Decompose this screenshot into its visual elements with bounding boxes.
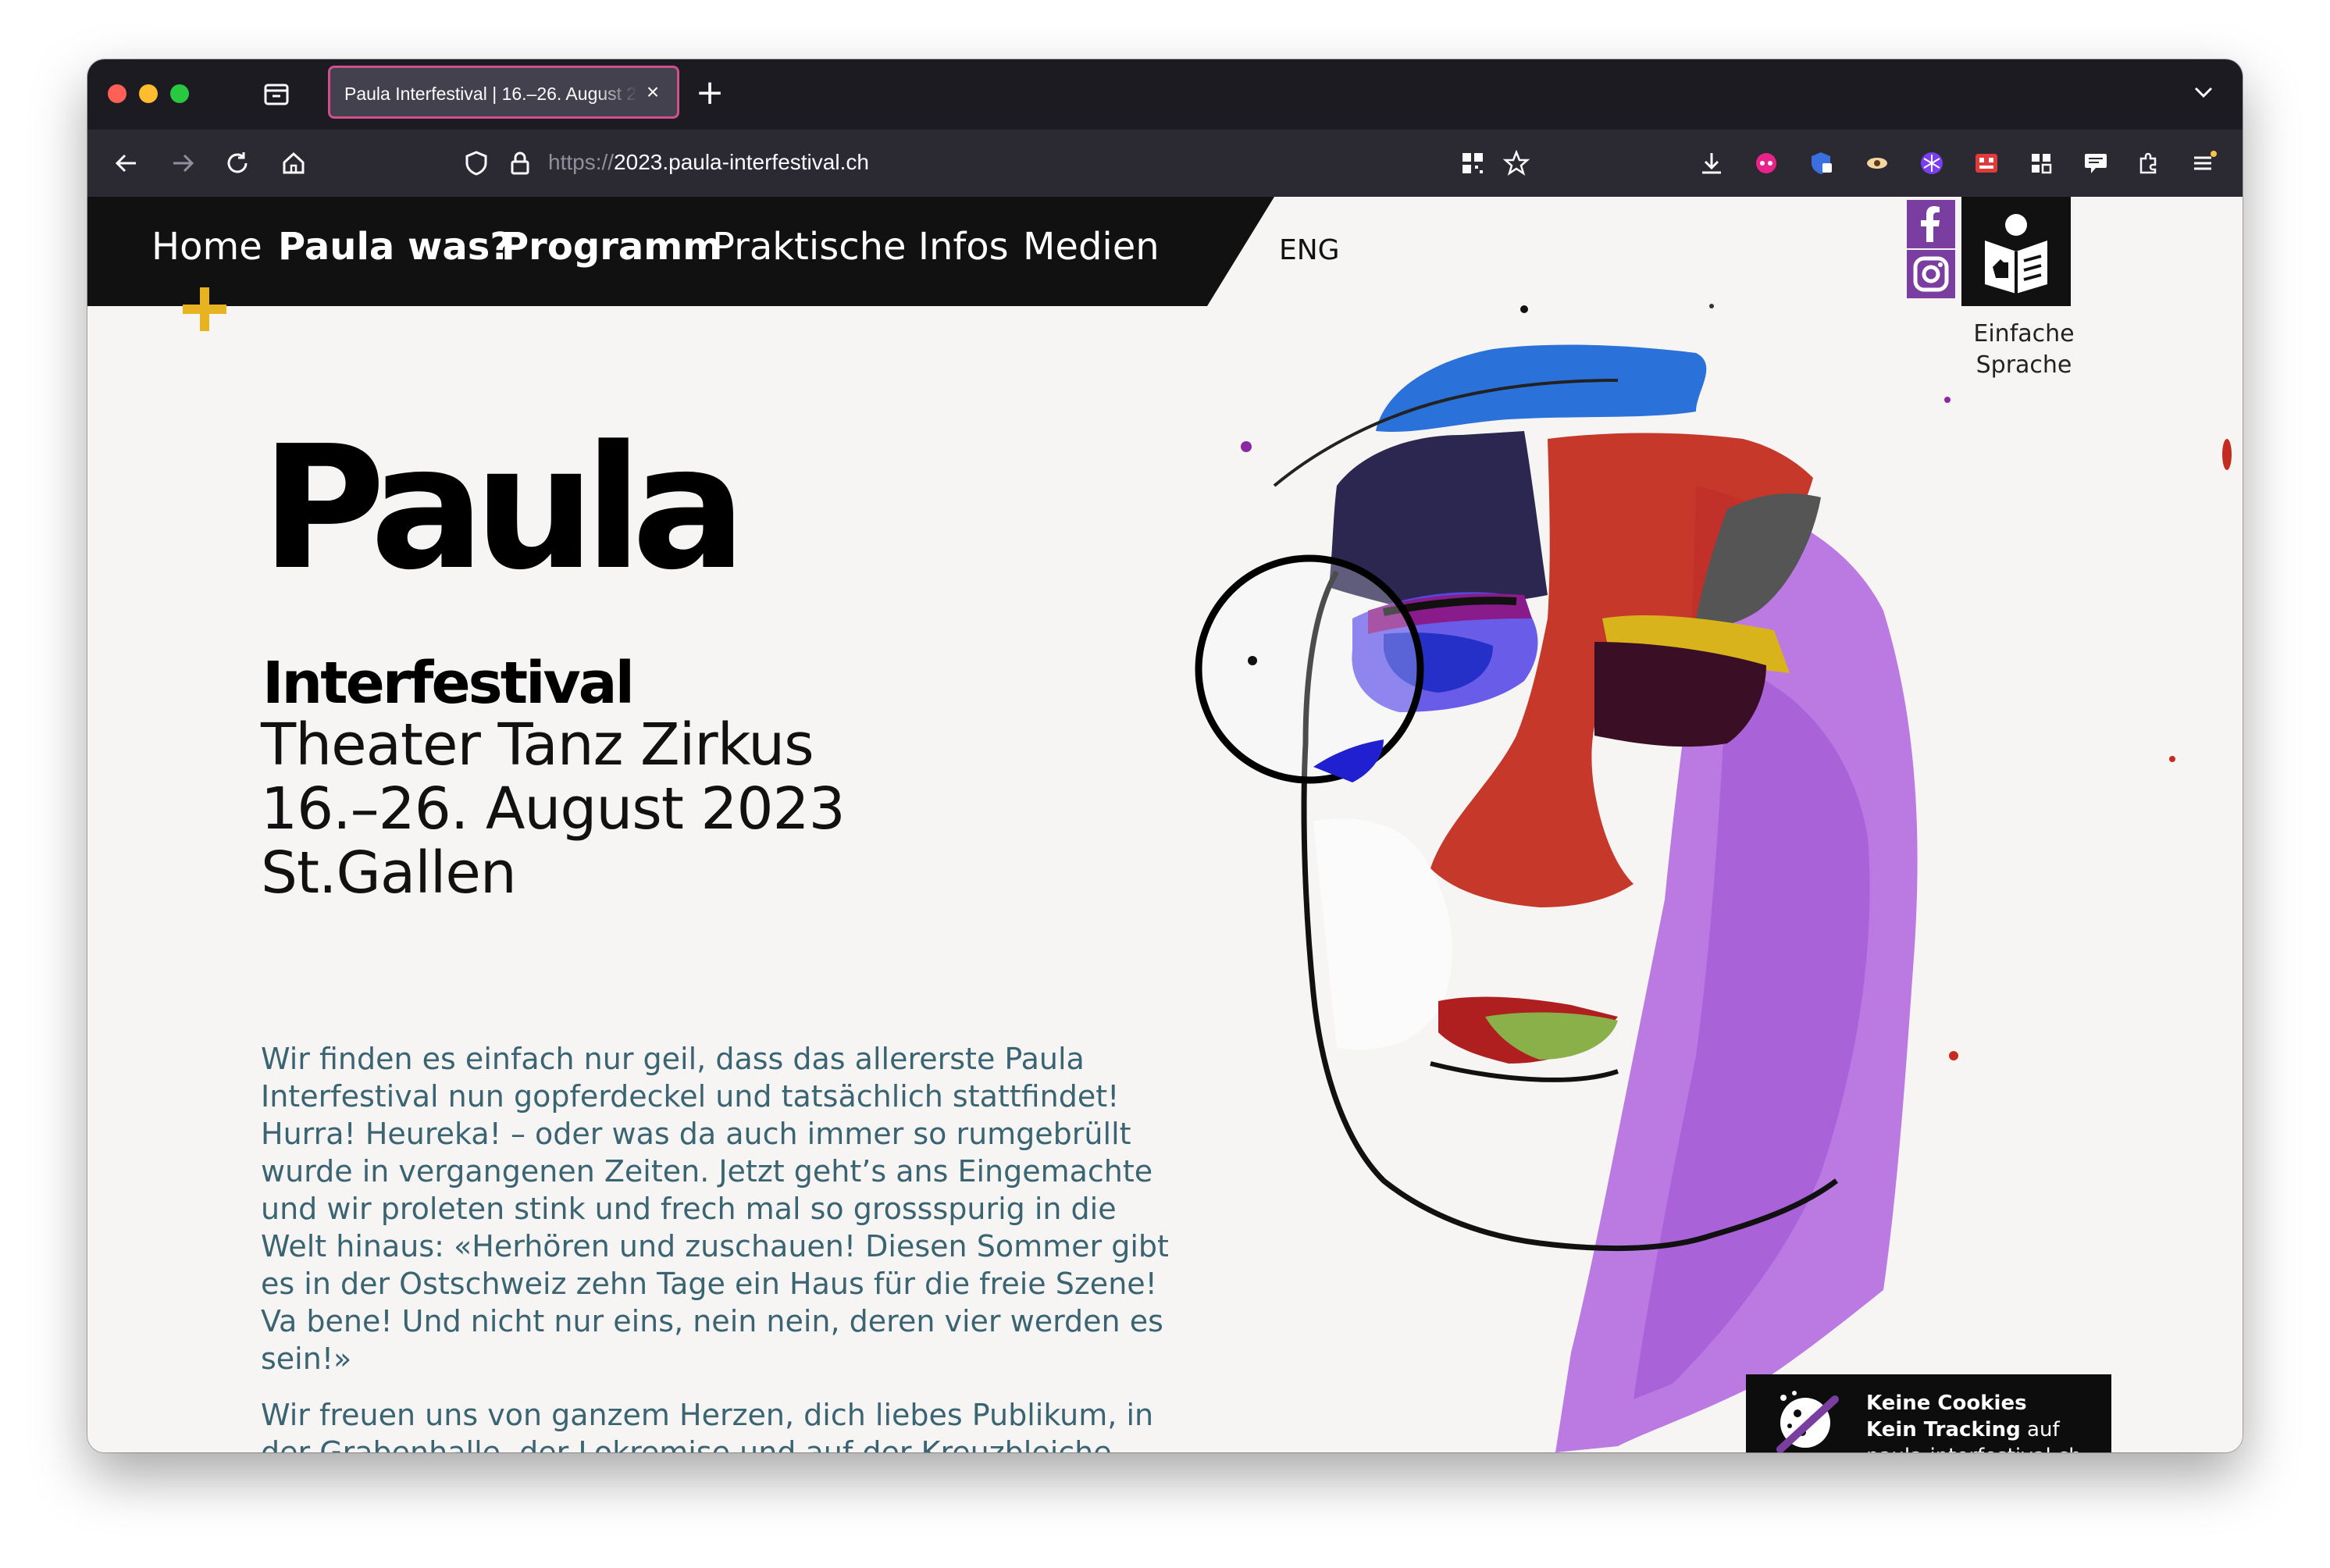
intro-text: Wir finden es einfach nur geil, dass das… — [261, 1040, 1190, 1452]
web-page: Home Paula was? Programm Praktische Info… — [87, 197, 2243, 1452]
instagram-icon[interactable] — [1907, 250, 1955, 298]
download-icon[interactable] — [1696, 148, 1727, 179]
comment-extension-icon[interactable] — [2080, 148, 2111, 179]
privacy-badger-icon[interactable] — [1805, 148, 1837, 179]
eye-extension-icon[interactable] — [1862, 148, 1893, 179]
new-tab-button[interactable]: + — [690, 73, 729, 112]
no-cookies-badge: Keine Cookies Kein Tracking auf paula-in… — [1746, 1374, 2111, 1452]
menu-item-praktische-infos[interactable]: Praktische Infos — [712, 225, 1009, 269]
cookie-line1: Keine Cookies — [1866, 1392, 2027, 1415]
bookmark-star-icon[interactable] — [1501, 148, 1532, 179]
qr-code-icon[interactable] — [1457, 148, 1488, 179]
extensions-puzzle-icon[interactable] — [2133, 148, 2164, 179]
lock-icon[interactable] — [504, 148, 536, 179]
zoom-window-button[interactable] — [170, 84, 189, 103]
menu-item-programm[interactable]: Programm — [501, 225, 721, 269]
intro-paragraph-2: Wir freuen uns von ganzem Herzen, dich l… — [261, 1398, 1154, 1452]
hero-subtitle: Interfestival — [262, 650, 635, 717]
tab-title: Paula Interfestival | 16.–26. August 202… — [344, 84, 638, 104]
red-extension-icon[interactable] — [1971, 148, 2002, 179]
shield-icon[interactable] — [461, 148, 492, 179]
tab-bar: Paula Interfestival | 16.–26. August 202… — [87, 59, 2243, 130]
hero-dates: 16.–26. August 2023 — [261, 775, 846, 843]
minimize-window-button[interactable] — [139, 84, 158, 103]
nav-bar: https://2023.paula-interfestival.ch — [87, 130, 2243, 197]
tab-active[interactable]: Paula Interfestival | 16.–26. August 202… — [328, 66, 679, 119]
grid-extension-icon[interactable] — [2025, 148, 2057, 179]
browser-window: Paula Interfestival | 16.–26. August 202… — [87, 59, 2243, 1452]
url-protocol: https:// — [548, 150, 615, 174]
easy-language-label[interactable]: Einfache Sprache — [1930, 319, 2118, 381]
home-icon[interactable] — [278, 148, 309, 179]
cookie-line3[interactable]: paula-interfestival.ch — [1866, 1443, 2082, 1452]
url-field[interactable]: https://2023.paula-interfestival.ch — [548, 150, 869, 175]
easy-language-line1: Einfache — [1973, 320, 2075, 347]
cookie-line2-rest: auf — [2020, 1418, 2060, 1441]
snowflake-extension-icon[interactable] — [1916, 148, 1947, 179]
facebook-icon[interactable] — [1907, 200, 1955, 248]
language-switch-eng[interactable]: ENG — [1279, 234, 1340, 266]
reload-icon[interactable] — [222, 148, 253, 179]
tab-close-icon[interactable]: × — [640, 79, 666, 105]
tab-overview-icon[interactable] — [261, 78, 292, 109]
social-links — [1907, 200, 1955, 300]
chevron-down-icon[interactable] — [2188, 77, 2219, 108]
cookie-text: Keine Cookies Kein Tracking auf paula-in… — [1866, 1390, 2082, 1452]
intro-paragraph-1: Wir finden es einfach nur geil, dass das… — [261, 1042, 1169, 1376]
forward-icon[interactable] — [167, 148, 198, 179]
hero-disciplines: Theater Tanz Zirkus — [261, 711, 814, 779]
close-window-button[interactable] — [108, 84, 126, 103]
url-host: 2023.paula-interfestival.ch — [614, 150, 869, 174]
app-menu-icon[interactable] — [2188, 148, 2219, 179]
easy-language-reader-icon[interactable] — [1961, 197, 2071, 306]
back-icon[interactable] — [111, 148, 142, 179]
extension-pink-icon[interactable] — [1751, 148, 1782, 179]
cookie-line2-bold: Kein Tracking — [1866, 1418, 2021, 1441]
hero-location: St.Gallen — [261, 839, 517, 907]
menu-item-medien[interactable]: Medien — [1023, 225, 1160, 269]
cookie-crossed-icon — [1776, 1391, 1839, 1452]
menu-item-paula-was[interactable]: Paula was? — [278, 225, 511, 269]
plus-icon — [183, 287, 226, 331]
menu-item-home[interactable]: Home — [151, 225, 262, 269]
hero-title: Paula — [261, 410, 746, 608]
easy-language-line2: Sprache — [1976, 351, 2072, 379]
